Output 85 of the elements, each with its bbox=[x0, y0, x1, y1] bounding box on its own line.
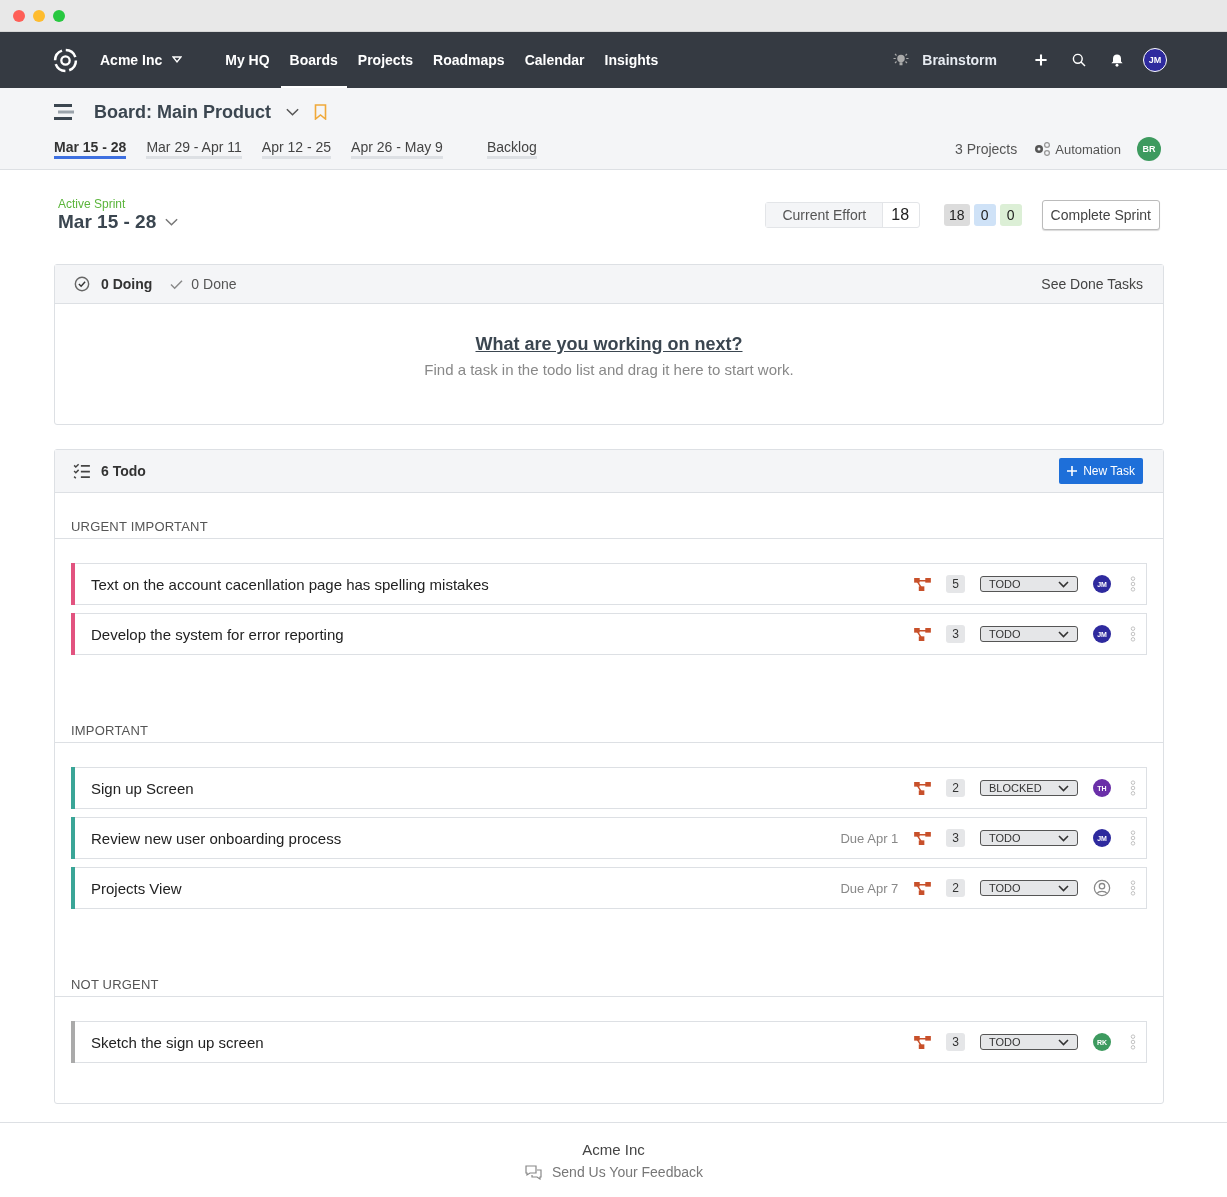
plus-icon[interactable] bbox=[1033, 52, 1049, 68]
group-heading: IMPORTANT bbox=[55, 663, 1163, 743]
done-count: 0 Done bbox=[191, 276, 237, 292]
task-title: Sign up Screen bbox=[91, 779, 194, 797]
close-icon[interactable] bbox=[13, 9, 25, 22]
chat-icon bbox=[524, 1163, 542, 1180]
sprint-range: Mar 15 - 28 bbox=[58, 211, 157, 233]
sprint-tab[interactable]: Apr 26 - May 9 bbox=[351, 139, 443, 159]
status-dropdown[interactable]: TODO bbox=[980, 1034, 1078, 1050]
complete-sprint-button[interactable]: Complete Sprint bbox=[1041, 200, 1160, 230]
chevron-down-icon bbox=[1058, 784, 1069, 792]
status-dropdown[interactable]: TODO bbox=[980, 880, 1078, 896]
board-title: Board: Main Product bbox=[94, 101, 271, 123]
count-badge: 18 bbox=[944, 204, 970, 226]
doing-count: 0 Doing bbox=[101, 276, 153, 292]
group-heading: URGENT IMPORTANT bbox=[55, 493, 1163, 539]
due-date: Due Apr 1 bbox=[840, 830, 899, 846]
hierarchy-icon[interactable] bbox=[914, 627, 932, 641]
check-icon bbox=[170, 278, 184, 290]
empty-state-title[interactable]: What are you working on next? bbox=[475, 334, 743, 355]
sprint-tab[interactable]: Backlog bbox=[486, 139, 537, 159]
automation-link[interactable]: Automation bbox=[1055, 141, 1121, 157]
task-title: Sketch the sign up screen bbox=[91, 1033, 264, 1051]
hierarchy-icon[interactable] bbox=[914, 781, 932, 795]
nav-link[interactable]: Projects bbox=[348, 32, 423, 88]
member-avatar[interactable]: BR bbox=[1137, 137, 1161, 161]
chevron-down-icon bbox=[1058, 1038, 1069, 1046]
nav-link[interactable]: Roadmaps bbox=[424, 32, 514, 88]
sprint-tab[interactable]: Mar 29 - Apr 11 bbox=[146, 139, 242, 159]
effort-badge: 3 bbox=[946, 625, 965, 643]
group-heading: NOT URGENT bbox=[55, 917, 1163, 997]
org-switcher[interactable]: Acme Inc bbox=[100, 52, 183, 68]
hierarchy-icon[interactable] bbox=[914, 1035, 932, 1049]
checklist-icon bbox=[73, 463, 91, 479]
sprint-tab[interactable]: Mar 15 - 28 bbox=[54, 139, 127, 159]
user-circle-icon[interactable] bbox=[1093, 879, 1111, 897]
projects-link[interactable]: 3 Projects bbox=[955, 141, 1018, 157]
task-title: Develop the system for error reporting bbox=[91, 625, 344, 643]
caret-icon bbox=[172, 56, 183, 64]
task-title: Projects View bbox=[91, 879, 182, 897]
nav-link[interactable]: Insights bbox=[595, 32, 668, 88]
status-dropdown[interactable]: TODO bbox=[980, 626, 1078, 642]
effort-badge: 2 bbox=[946, 879, 965, 897]
check-circle-icon bbox=[73, 276, 91, 292]
feedback-link[interactable]: Send Us Your Feedback bbox=[552, 1163, 703, 1180]
effort-badge: 3 bbox=[946, 1033, 965, 1051]
board-icon bbox=[54, 104, 74, 120]
bell-icon[interactable] bbox=[1109, 52, 1125, 68]
plus-icon bbox=[1067, 466, 1078, 476]
current-effort-field: Current Effort 18 bbox=[765, 202, 921, 228]
new-task-button[interactable]: New Task bbox=[1059, 458, 1143, 484]
footer-company: Acme Inc bbox=[582, 1140, 645, 1158]
count-badge: 0 bbox=[999, 204, 1022, 226]
task-title: Review new user onboarding process bbox=[91, 829, 342, 847]
hierarchy-icon[interactable] bbox=[914, 881, 932, 895]
due-date: Due Apr 7 bbox=[840, 880, 899, 896]
see-done-tasks-link[interactable]: See Done Tasks bbox=[1041, 276, 1143, 292]
empty-state-text: Find a task in the todo list and drag it here to start work. bbox=[424, 361, 794, 378]
chevron-down-icon bbox=[1058, 630, 1069, 638]
chevron-down-icon bbox=[1058, 834, 1069, 842]
chevron-down-icon bbox=[1058, 580, 1069, 588]
effort-badge: 2 bbox=[946, 779, 965, 797]
nav-link[interactable]: My HQ bbox=[216, 32, 279, 88]
sprint-status: Active Sprint bbox=[58, 197, 127, 211]
sprint-tab[interactable]: Apr 12 - 25 bbox=[261, 139, 332, 159]
brainstorm-link[interactable]: Brainstorm bbox=[922, 52, 997, 68]
effort-badge: 5 bbox=[946, 575, 965, 593]
search-icon[interactable] bbox=[1071, 52, 1087, 68]
hierarchy-icon[interactable] bbox=[914, 831, 932, 845]
task-title: Text on the account cacenllation page has spelling mistakes bbox=[91, 575, 489, 593]
chevron-down-icon[interactable] bbox=[285, 107, 300, 117]
count-badge: 0 bbox=[973, 204, 996, 226]
effort-badge: 3 bbox=[946, 829, 965, 847]
crosshair-logo-icon[interactable] bbox=[53, 47, 78, 73]
chevron-down-icon[interactable] bbox=[164, 217, 180, 227]
hierarchy-icon[interactable] bbox=[914, 577, 932, 591]
status-dropdown[interactable]: TODO bbox=[980, 830, 1078, 846]
chevron-down-icon bbox=[1058, 884, 1069, 892]
user-avatar[interactable]: JM bbox=[1143, 48, 1167, 72]
task-row[interactable]: Projects View Due Apr 7 2 TODO bbox=[71, 867, 1147, 909]
status-dropdown[interactable]: TODO bbox=[980, 576, 1078, 592]
todo-title: 6 Todo bbox=[101, 463, 146, 479]
status-dropdown[interactable]: BLOCKED bbox=[980, 780, 1078, 796]
gears-icon[interactable] bbox=[1033, 142, 1052, 156]
nav-link[interactable]: Calendar bbox=[515, 32, 594, 88]
